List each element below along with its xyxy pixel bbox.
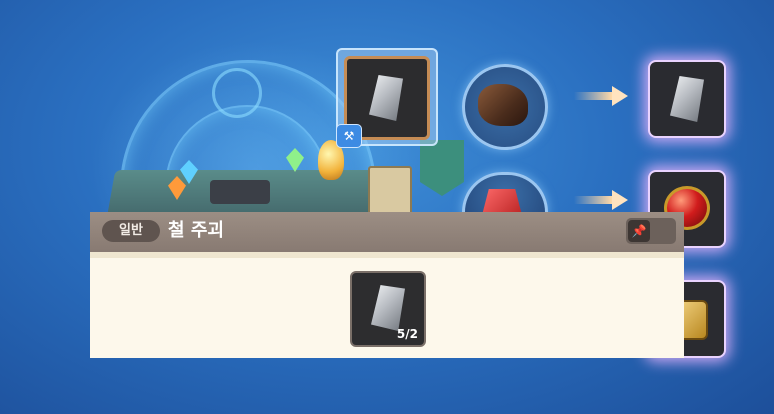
iron-ingot-icon — [369, 75, 403, 121]
anvil-badge-icon: ⚒ — [336, 124, 362, 148]
panel-header: 일반 철 주괴 📌 — [90, 212, 684, 252]
pin-icon: 📌 — [628, 220, 650, 242]
anvil — [210, 180, 270, 204]
grade-badge: 일반 — [102, 220, 160, 242]
ingredient-slot-ore[interactable] — [462, 64, 548, 150]
result-slot-ingot[interactable] — [648, 60, 726, 138]
material-count: 5/2 — [396, 327, 418, 341]
rune-emblem — [212, 68, 262, 118]
drawer-cabinet — [368, 166, 412, 218]
guild-banner — [420, 140, 464, 196]
item-title: 철 주괴 — [168, 220, 224, 241]
panel-body: 5/2 — [90, 258, 684, 358]
arrow-right-icon — [574, 190, 628, 210]
pin-toggle[interactable]: 📌 — [626, 218, 676, 244]
item-info-panel: 일반 철 주괴 📌 5/2 — [90, 212, 684, 358]
arrow-right-icon — [574, 86, 628, 106]
iron-ingot-icon — [371, 285, 405, 331]
material-slot[interactable]: 5/2 — [350, 271, 426, 347]
iron-ingot-icon — [670, 76, 704, 122]
ore-chunk-icon — [478, 84, 528, 126]
ingredient-slot-gem[interactable] — [462, 172, 548, 223]
